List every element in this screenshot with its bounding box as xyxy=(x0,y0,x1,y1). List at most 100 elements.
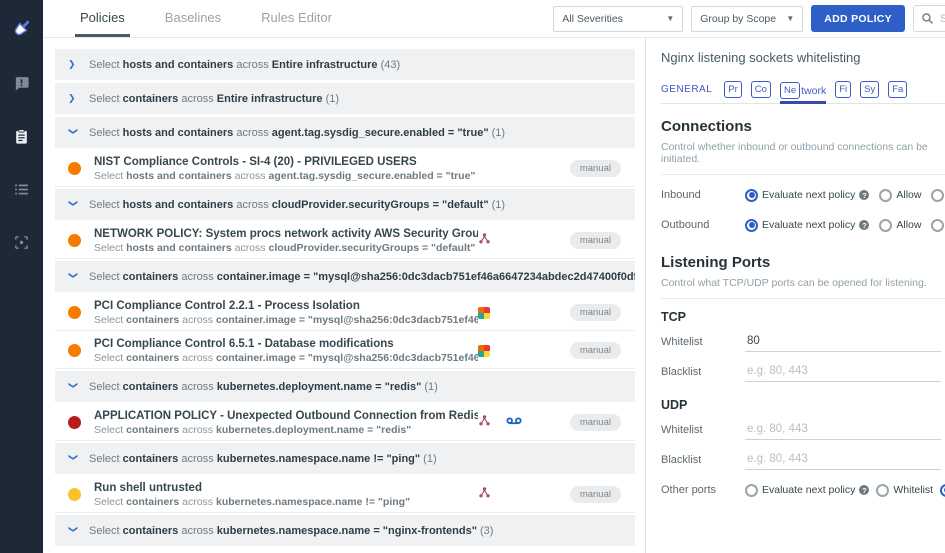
policy-row[interactable]: PCI Compliance Control 2.2.1 - Process I… xyxy=(55,295,635,331)
tab-general[interactable]: GENERAL xyxy=(661,84,712,103)
policy-group-header[interactable]: ❯Select hosts and containers across Enti… xyxy=(55,49,635,80)
search-icon xyxy=(921,12,934,25)
sidebar-item-capture-target[interactable] xyxy=(0,225,43,265)
tab-fa[interactable]: Fa xyxy=(888,81,907,103)
policy-text: Run shell untrustedSelect containers acr… xyxy=(94,482,478,508)
manual-badge: manual xyxy=(570,414,621,431)
tab-policies[interactable]: Policies xyxy=(75,0,130,37)
policy-group-header[interactable]: ❯Select containers across kubernetes.nam… xyxy=(55,515,635,546)
manual-badge: manual xyxy=(570,160,621,177)
policy-group-header[interactable]: ❯Select containers across container.imag… xyxy=(55,261,635,292)
radio-icon xyxy=(876,484,889,497)
policy-group-header[interactable]: ❯Select containers across Entire infrast… xyxy=(55,83,635,114)
help-icon[interactable]: ? xyxy=(859,220,869,230)
tab-pr[interactable]: Pr xyxy=(724,81,742,103)
radio-icon xyxy=(879,219,892,232)
radio-option-evaluate-next-policy[interactable]: Evaluate next policy? xyxy=(745,219,869,232)
radio-label: Allow xyxy=(896,189,921,201)
policy-row[interactable]: Run shell untrustedSelect containers acr… xyxy=(55,477,635,513)
policy-row-icons xyxy=(478,307,570,319)
detail-tabs: GENERAL Pr Co Network Fi Sy Fa xyxy=(661,77,945,104)
chevron-right-icon: ❯ xyxy=(68,93,78,104)
sidebar-item-rules-list[interactable] xyxy=(0,172,43,212)
help-icon[interactable]: ? xyxy=(859,485,869,495)
comment-alert-icon xyxy=(13,75,30,97)
radio-option-deny[interactable]: Deny xyxy=(931,219,945,232)
chevron-down-icon: ❯ xyxy=(68,382,79,392)
policy-group-header[interactable]: ❯Select containers across kubernetes.nam… xyxy=(55,443,635,474)
field-label: Whitelist xyxy=(661,424,745,436)
tab-chip: Sy xyxy=(860,81,879,98)
radio-field-row: Other portsEvaluate next policy?Whitelis… xyxy=(661,475,945,505)
radio-option-allow[interactable]: Allow xyxy=(879,219,921,232)
severity-filter-value: All Severities xyxy=(562,13,623,25)
tcp-whitelist-input[interactable] xyxy=(745,332,941,352)
field-label: Other ports xyxy=(661,484,745,496)
severity-filter-select[interactable]: All Severities ▼ xyxy=(553,6,683,32)
severity-dot xyxy=(68,344,81,357)
radio-option-deny[interactable]: Deny xyxy=(931,189,945,202)
search-input[interactable] xyxy=(940,13,945,25)
policy-title: NETWORK POLICY: System procs network act… xyxy=(94,228,478,240)
severity-dot xyxy=(68,234,81,247)
sidebar-item-policies-clipboard[interactable] xyxy=(0,119,43,159)
policy-row-icons xyxy=(478,414,570,432)
policy-row[interactable]: NETWORK POLICY: System procs network act… xyxy=(55,223,635,259)
policy-group-header[interactable]: ❯Select hosts and containers across clou… xyxy=(55,189,635,220)
chevron-right-icon: ❯ xyxy=(68,59,78,70)
severity-dot xyxy=(68,416,81,429)
tab-chip: Pr xyxy=(724,81,742,98)
tab-network[interactable]: Network xyxy=(780,82,826,104)
radio-options: Evaluate next policy? Allow Deny xyxy=(745,219,945,232)
radio-option-evaluate-next-policy[interactable]: Evaluate next policy? xyxy=(745,189,869,202)
add-policy-button[interactable]: ADD POLICY xyxy=(811,5,905,32)
policy-group-header[interactable]: ❯Select containers across kubernetes.dep… xyxy=(55,371,635,402)
group-by-select[interactable]: Group by Scope ▼ xyxy=(691,6,803,32)
radio-label: Evaluate next policy xyxy=(762,484,855,496)
radio-options: Evaluate next policy? Whitelist Blacklist xyxy=(745,484,945,497)
tab-baselines[interactable]: Baselines xyxy=(160,0,226,37)
sidebar-item-sysdig-logo[interactable] xyxy=(0,10,43,50)
capture-icon xyxy=(506,414,522,432)
help-icon[interactable]: ? xyxy=(859,190,869,200)
policy-row[interactable]: NIST Compliance Controls - SI-4 (20) - P… xyxy=(55,151,635,187)
policy-text: PCI Compliance Control 6.5.1 - Database … xyxy=(94,338,478,364)
udp-whitelist-input[interactable] xyxy=(745,420,941,440)
input-field-row: Blacklist xyxy=(661,445,945,475)
policy-title: APPLICATION POLICY - Unexpected Outbound… xyxy=(94,410,478,422)
radio-option-evaluate-next-policy[interactable]: Evaluate next policy? xyxy=(745,484,869,497)
tab-chip: Fa xyxy=(888,81,907,98)
tab-sy[interactable]: Sy xyxy=(860,81,879,103)
policy-text: PCI Compliance Control 2.2.1 - Process I… xyxy=(94,300,478,326)
radio-option-allow[interactable]: Allow xyxy=(879,189,921,202)
policy-row[interactable]: PCI Compliance Control 6.5.1 - Database … xyxy=(55,333,635,369)
sidebar-item-comment-alert[interactable] xyxy=(0,66,43,106)
policy-scope-subtitle: Select hosts and containers across cloud… xyxy=(94,242,478,254)
tab-fi[interactable]: Fi xyxy=(835,81,851,103)
policy-title: NIST Compliance Controls - SI-4 (20) - P… xyxy=(94,156,478,168)
policy-row-icons xyxy=(478,345,570,357)
connections-description: Control whether inbound or outbound conn… xyxy=(661,141,945,175)
content: ❯Select hosts and containers across Enti… xyxy=(43,38,945,553)
policy-row[interactable]: APPLICATION POLICY - Unexpected Outbound… xyxy=(55,405,635,441)
radio-option-blacklist[interactable]: Blacklist xyxy=(940,484,945,497)
policy-group-header[interactable]: ❯Select hosts and containers across agen… xyxy=(55,117,635,148)
tcp-blacklist-input[interactable] xyxy=(745,362,941,382)
policy-title: Run shell untrusted xyxy=(94,482,478,494)
policy-row-icons xyxy=(478,486,570,504)
tab-label-rest: twork xyxy=(801,85,826,97)
chevron-down-icon: ❯ xyxy=(68,526,79,536)
radio-option-whitelist[interactable]: Whitelist xyxy=(876,484,933,497)
search-box[interactable] xyxy=(913,5,945,32)
container-image-icon xyxy=(478,345,490,357)
policies-clipboard-icon xyxy=(13,128,30,150)
tcp-heading: TCP xyxy=(661,310,945,324)
field-label: Outbound xyxy=(661,219,745,231)
tab-co[interactable]: Co xyxy=(751,81,771,103)
tab-rules-editor[interactable]: Rules Editor xyxy=(256,0,337,37)
rules-list-icon xyxy=(13,181,30,203)
chevron-down-icon: ▼ xyxy=(786,14,794,23)
severity-dot xyxy=(68,162,81,175)
udp-blacklist-input[interactable] xyxy=(745,450,941,470)
manual-badge: manual xyxy=(570,304,621,321)
